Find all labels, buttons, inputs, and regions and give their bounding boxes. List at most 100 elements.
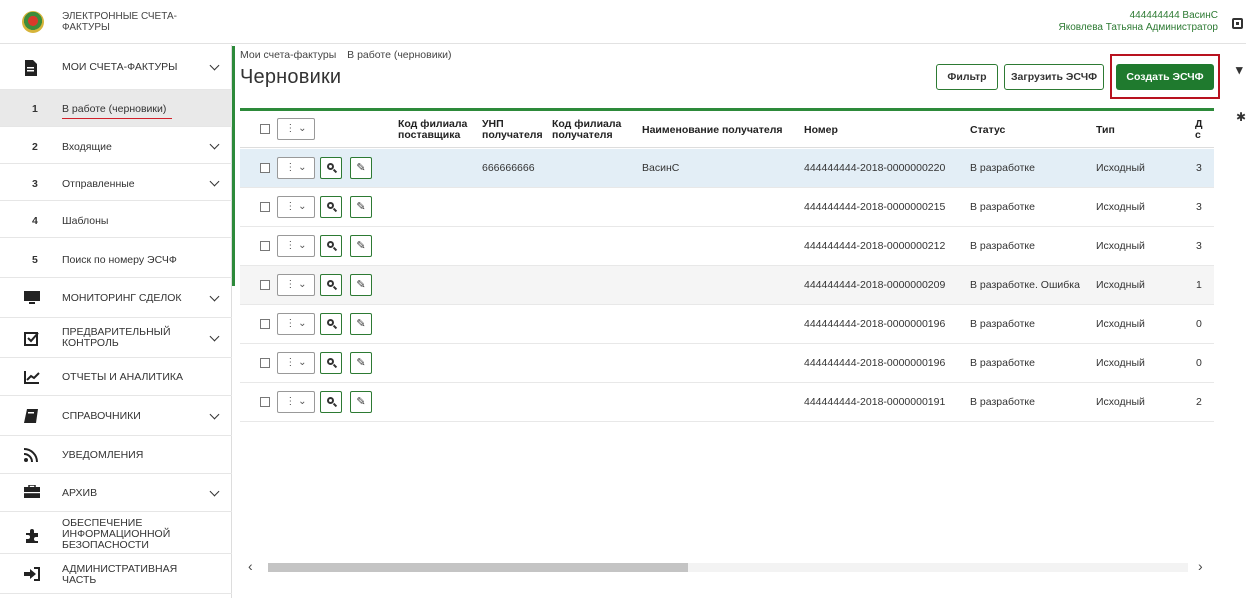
select-all-checkbox[interactable] bbox=[260, 124, 270, 134]
app-logo[interactable] bbox=[22, 11, 44, 33]
table-row[interactable]: ⋮ ⌄ ✎ 666666666 ВасинС 444444444-2018-000000… bbox=[240, 149, 1214, 188]
row-actions-menu-button[interactable]: ⋮ ⌄ bbox=[277, 196, 315, 218]
cell-type: Исходный bbox=[1096, 396, 1145, 408]
archive-icon bbox=[24, 484, 40, 499]
chart-line-icon bbox=[24, 370, 40, 384]
chevron-down-icon[interactable] bbox=[210, 488, 220, 498]
row-checkbox[interactable] bbox=[260, 241, 270, 251]
sidebar-subitem-search-by-number[interactable]: 5 Поиск по номеру ЭСЧФ bbox=[0, 238, 232, 278]
logout-icon[interactable] bbox=[1232, 18, 1243, 29]
sidebar-subitem-drafts[interactable]: 1 В работе (черновики) bbox=[0, 90, 232, 127]
user-name-link[interactable]: Яковлева Татьяна Администратор bbox=[1058, 22, 1218, 34]
active-underline bbox=[62, 118, 172, 119]
chevron-down-icon[interactable] bbox=[210, 62, 220, 72]
table-row[interactable]: ⋮ ⌄ ✎ 444444444-2018-0000000196 В разработк… bbox=[240, 344, 1214, 383]
row-checkbox[interactable] bbox=[260, 397, 270, 407]
monitor-icon bbox=[24, 291, 40, 305]
cell-status: В разработке bbox=[970, 162, 1035, 174]
sidebar-item-deal-monitoring[interactable]: МОНИТОРИНГ СДЕЛОК bbox=[0, 278, 232, 318]
row-actions-menu-button[interactable]: ⋮ ⌄ bbox=[277, 391, 315, 413]
sidebar-item-info-security[interactable]: ОБЕСПЕЧЕНИЕ ИНФОРМАЦИОННОЙ БЕЗОПАСНОСТИ bbox=[0, 512, 232, 554]
cell-extra: 2 bbox=[1196, 396, 1202, 408]
gear-icon[interactable]: ✱ bbox=[1236, 110, 1246, 124]
bulk-actions-menu-button[interactable]: ⋮ ⌄ bbox=[277, 118, 315, 140]
user-id-link[interactable]: 444444444 ВасинС bbox=[1058, 10, 1218, 22]
table-row[interactable]: ⋮ ⌄ ✎ 444444444-2018-0000000209 В разработк… bbox=[240, 266, 1214, 305]
table-row[interactable]: ⋮ ⌄ ✎ 444444444-2018-0000000215 В разработк… bbox=[240, 188, 1214, 227]
chevron-down-icon[interactable] bbox=[210, 141, 220, 151]
sidebar-item-label: СПРАВОЧНИКИ bbox=[62, 410, 141, 422]
sidebar-subitem-sent[interactable]: 3 Отправленные bbox=[0, 164, 232, 201]
edit-icon[interactable]: ✎ bbox=[350, 274, 372, 296]
view-icon[interactable] bbox=[320, 196, 342, 218]
sidebar-item-notifications[interactable]: УВЕДОМЛЕНИЯ bbox=[0, 436, 232, 474]
sidebar-subitem-incoming[interactable]: 2 Входящие bbox=[0, 127, 232, 164]
table-row[interactable]: ⋮ ⌄ ✎ 444444444-2018-0000000212 В разработк… bbox=[240, 227, 1214, 266]
row-checkbox[interactable] bbox=[260, 163, 270, 173]
row-checkbox[interactable] bbox=[260, 319, 270, 329]
upload-invoice-button[interactable]: Загрузить ЭСЧФ bbox=[1004, 64, 1104, 90]
edit-icon[interactable]: ✎ bbox=[350, 157, 372, 179]
row-actions-menu-button[interactable]: ⋮ ⌄ bbox=[277, 352, 315, 374]
sidebar-item-my-invoices[interactable]: МОИ СЧЕТА-ФАКТУРЫ bbox=[0, 45, 232, 90]
cell-type: Исходный bbox=[1096, 318, 1145, 330]
edit-icon[interactable]: ✎ bbox=[350, 235, 372, 257]
row-checkbox[interactable] bbox=[260, 202, 270, 212]
app-title: ЭЛЕКТРОННЫЕ СЧЕТА-ФАКТУРЫ bbox=[62, 11, 177, 33]
scroll-thumb[interactable] bbox=[268, 563, 688, 572]
scroll-right-icon[interactable]: › bbox=[1198, 558, 1203, 574]
cell-recipient: ВасинС bbox=[642, 162, 680, 174]
chevron-down-icon[interactable] bbox=[210, 411, 220, 421]
chevron-down-icon[interactable] bbox=[210, 333, 220, 343]
row-actions-menu-button[interactable]: ⋮ ⌄ bbox=[277, 313, 315, 335]
sidebar-item-administrative[interactable]: АДМИНИСТРАТИВНАЯ ЧАСТЬ bbox=[0, 554, 232, 594]
column-header[interactable]: Код филиала получателя bbox=[552, 119, 627, 141]
row-checkbox[interactable] bbox=[260, 358, 270, 368]
table-row[interactable]: ⋮ ⌄ ✎ 444444444-2018-0000000191 В разработк… bbox=[240, 383, 1214, 422]
breadcrumb: Мои счета-фактуры В работе (черновики) bbox=[240, 49, 460, 61]
column-header[interactable]: Статус bbox=[970, 125, 1005, 136]
funnel-icon[interactable]: ▾ bbox=[1236, 62, 1243, 78]
row-actions-menu-button[interactable]: ⋮ ⌄ bbox=[277, 274, 315, 296]
chevron-down-icon[interactable] bbox=[210, 178, 220, 188]
cell-type: Исходный bbox=[1096, 357, 1145, 369]
edit-icon[interactable]: ✎ bbox=[350, 391, 372, 413]
document-icon bbox=[24, 60, 38, 76]
column-header[interactable]: Номер bbox=[804, 125, 838, 136]
sidebar-item-reports[interactable]: ОТЧЕТЫ И АНАЛИТИКА bbox=[0, 358, 232, 396]
edit-icon[interactable]: ✎ bbox=[350, 196, 372, 218]
horizontal-scrollbar[interactable]: ‹ › bbox=[240, 558, 1214, 574]
scroll-left-icon[interactable]: ‹ bbox=[248, 558, 253, 574]
cell-unp: 666666666 bbox=[482, 162, 535, 174]
row-actions-menu-button[interactable]: ⋮ ⌄ bbox=[277, 235, 315, 257]
sidebar-item-pre-control[interactable]: ПРЕДВАРИТЕЛЬНЫЙ КОНТРОЛЬ bbox=[0, 318, 232, 358]
breadcrumb-current: В работе (черновики) bbox=[347, 49, 452, 61]
column-header[interactable]: Код филиала поставщика bbox=[398, 119, 468, 141]
sidebar-item-reference-books[interactable]: СПРАВОЧНИКИ bbox=[0, 396, 232, 436]
view-icon[interactable] bbox=[320, 274, 342, 296]
sidebar-item-archive[interactable]: АРХИВ bbox=[0, 474, 232, 512]
view-icon[interactable] bbox=[320, 313, 342, 335]
subitem-label: В работе (черновики) bbox=[62, 103, 167, 115]
cell-status: В разработке bbox=[970, 318, 1035, 330]
column-header[interactable]: УНП получателя bbox=[482, 119, 543, 141]
view-icon[interactable] bbox=[320, 352, 342, 374]
cell-number: 444444444-2018-0000000209 bbox=[804, 279, 946, 291]
filter-button[interactable]: Фильтр bbox=[936, 64, 998, 90]
edit-icon[interactable]: ✎ bbox=[350, 313, 372, 335]
column-header[interactable]: Тип bbox=[1096, 125, 1115, 136]
cell-status: В разработке. Ошибка bbox=[970, 279, 1080, 291]
row-checkbox[interactable] bbox=[260, 280, 270, 290]
edit-icon[interactable]: ✎ bbox=[350, 352, 372, 374]
table-row[interactable]: ⋮ ⌄ ✎ 444444444-2018-0000000196 В разработк… bbox=[240, 305, 1214, 344]
column-header[interactable]: Д с bbox=[1195, 119, 1205, 141]
breadcrumb-link-my-invoices[interactable]: Мои счета-фактуры bbox=[240, 49, 336, 61]
row-actions-menu-button[interactable]: ⋮ ⌄ bbox=[277, 157, 315, 179]
column-header[interactable]: Наименование получателя bbox=[642, 125, 783, 136]
view-icon[interactable] bbox=[320, 157, 342, 179]
sidebar-subitem-templates[interactable]: 4 Шаблоны bbox=[0, 201, 232, 238]
view-icon[interactable] bbox=[320, 391, 342, 413]
chevron-down-icon[interactable] bbox=[210, 293, 220, 303]
view-icon[interactable] bbox=[320, 235, 342, 257]
subitem-number: 1 bbox=[32, 103, 38, 115]
